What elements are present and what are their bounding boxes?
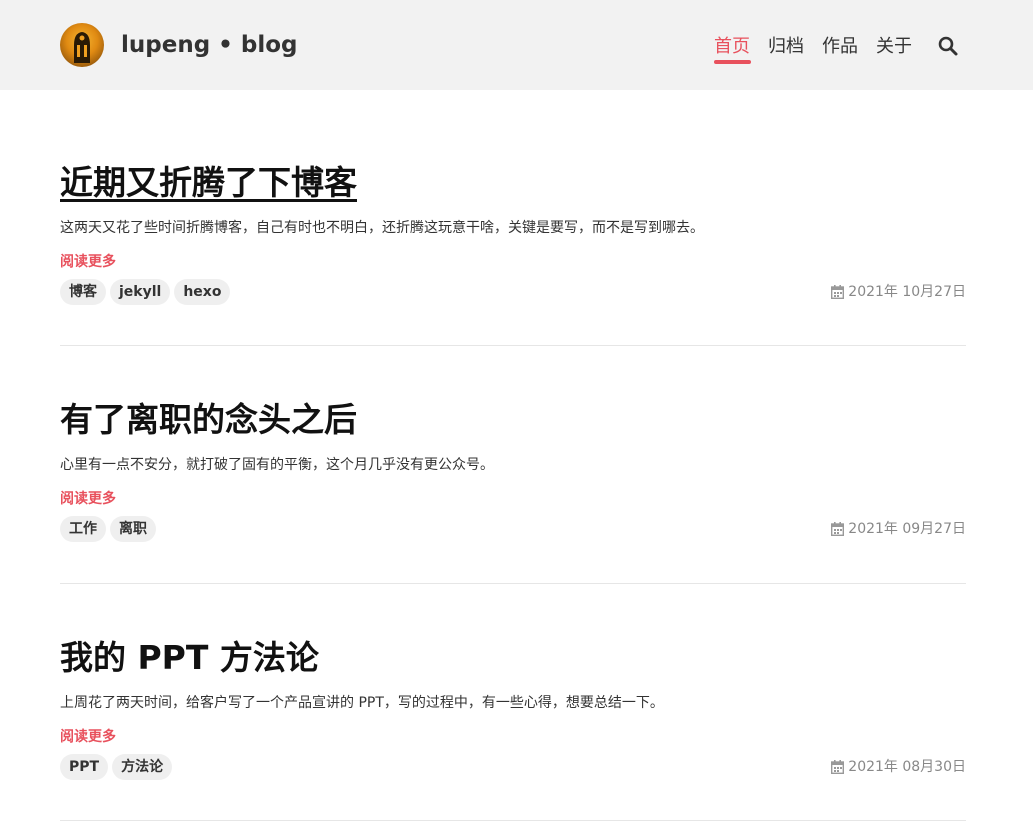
post-date: 2021年 09月27日 — [831, 518, 966, 540]
post-date: 2021年 10月27日 — [831, 281, 966, 303]
post-title[interactable]: 有了离职的念头之后 — [60, 398, 357, 442]
post-card: 近期又折腾了下博客 这两天又花了些时间折腾博客，自己有时也不明白，还折腾这玩意干… — [60, 161, 966, 311]
nav-about[interactable]: 关于 — [876, 34, 912, 60]
site-header: lupeng • blog 首页 归档 作品 关于 — [0, 0, 1033, 90]
calendar-icon — [831, 760, 845, 774]
tag-list: 工作 离职 — [60, 516, 156, 542]
post-title[interactable]: 近期又折腾了下博客 — [60, 161, 357, 205]
tag[interactable]: PPT — [60, 754, 109, 780]
tag[interactable]: hexo — [174, 279, 231, 305]
tag[interactable]: 离职 — [110, 516, 156, 542]
nav-home[interactable]: 首页 — [714, 34, 750, 60]
nav-works[interactable]: 作品 — [822, 34, 858, 60]
tag[interactable]: 博客 — [60, 279, 106, 305]
post-divider — [60, 820, 966, 821]
post-date-text: 2021年 09月27日 — [848, 521, 966, 537]
tag-list: 博客 jekyll hexo — [60, 279, 231, 305]
post-excerpt: 这两天又花了些时间折腾博客，自己有时也不明白，还折腾这玩意干啥，关键是要写，而不… — [60, 220, 704, 236]
tag[interactable]: jekyll — [110, 279, 171, 305]
post-date-text: 2021年 10月27日 — [848, 284, 966, 300]
read-more-link[interactable]: 阅读更多 — [60, 726, 116, 748]
calendar-icon — [831, 285, 845, 299]
post-divider — [60, 583, 966, 584]
post-divider — [60, 345, 966, 346]
tag[interactable]: 方法论 — [112, 754, 173, 780]
site-title[interactable]: lupeng • blog — [121, 29, 298, 61]
post-card: 有了离职的念头之后 心里有一点不安分，就打破了固有的平衡，这个月几乎没有更公众号… — [60, 398, 966, 548]
read-more-link[interactable]: 阅读更多 — [60, 251, 116, 273]
tag[interactable]: 工作 — [60, 516, 106, 542]
search-icon[interactable] — [937, 35, 959, 57]
avatar-logo[interactable] — [60, 23, 104, 67]
tag-list: PPT 方法论 — [60, 754, 173, 780]
read-more-link[interactable]: 阅读更多 — [60, 488, 116, 510]
post-title[interactable]: 我的 PPT 方法论 — [60, 636, 319, 680]
calendar-icon — [831, 522, 845, 536]
nav-active-indicator — [714, 60, 751, 64]
nav-archive[interactable]: 归档 — [768, 34, 804, 60]
post-excerpt: 心里有一点不安分，就打破了固有的平衡，这个月几乎没有更公众号。 — [60, 457, 494, 473]
post-excerpt: 上周花了两天时间，给客户写了一个产品宣讲的 PPT，写的过程中，有一些心得，想要… — [60, 695, 664, 711]
post-date: 2021年 08月30日 — [831, 756, 966, 778]
post-date-text: 2021年 08月30日 — [848, 759, 966, 775]
post-card: 我的 PPT 方法论 上周花了两天时间，给客户写了一个产品宣讲的 PPT，写的过… — [60, 636, 966, 786]
